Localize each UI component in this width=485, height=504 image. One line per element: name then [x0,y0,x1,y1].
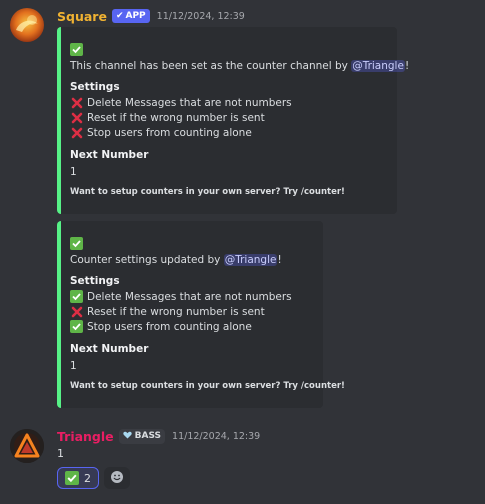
heart-icon [122,431,132,442]
add-reaction-icon [110,469,124,488]
setting-text: Delete Messages that are not numbers [87,290,292,303]
setting-row: Stop users from counting alone [70,320,252,333]
description-suffix: ! [277,254,282,266]
check-mark-button-icon [70,290,83,303]
author-name-square[interactable]: Square [57,9,107,24]
guild-tag-badge[interactable]: BASS [118,428,166,444]
next-number-value: 1 [70,360,77,372]
cross-mark-icon [70,126,83,139]
settings-title: Settings [70,275,120,287]
next-number-title: Next Number [70,149,149,161]
description-suffix: ! [404,60,410,72]
triangle-avatar[interactable] [10,429,44,463]
author-name-triangle[interactable]: Triangle [57,429,114,444]
square-avatar[interactable] [10,8,44,42]
description-text: This channel has been set as the counter… [70,60,352,72]
setting-text: Delete Messages that are not numbers [87,96,292,109]
next-number-title: Next Number [70,343,149,355]
check-mark-button-icon [70,233,83,252]
timestamp[interactable]: 11/12/2024, 12:39 [157,11,245,22]
reaction-count: 2 [84,471,91,485]
cross-mark-icon [70,111,83,124]
guild-tag-label: BASS [134,431,162,441]
message-content: 1 [57,447,64,460]
embed-description: Counter settings updated by @Triangle! [70,254,282,266]
app-badge-label: APP [125,11,146,21]
setting-row: Reset if the wrong number is sent [70,111,265,124]
setting-row: Delete Messages that are not numbers [70,290,292,303]
timestamp[interactable]: 11/12/2024, 12:39 [172,431,260,442]
embed-counter-set: This channel has been set as the counter… [57,27,409,214]
embed-settings-updated: Counter settings updated by @Triangle! S… [57,221,345,408]
check-mark-button-icon [70,320,83,333]
settings-title: Settings [70,81,120,93]
app-badge: ✔ APP [111,9,150,23]
message-header-square: Square ✔ APP 11/12/2024, 12:39 [57,8,245,24]
verified-check-icon: ✔ [115,10,124,21]
cross-mark-icon [70,305,83,318]
embed-footer: Want to setup counters in your own serve… [70,381,345,391]
description-text: Counter settings updated by [70,254,224,266]
add-reaction-button[interactable] [104,467,130,489]
embed-description: This channel has been set as the counter… [70,60,409,72]
mention-triangle[interactable]: @Triangle [351,60,405,72]
check-mark-button-icon [70,39,83,58]
setting-row: Stop users from counting alone [70,126,252,139]
cross-mark-icon [70,96,83,109]
message-header-triangle: Triangle BASS 11/12/2024, 12:39 [57,428,260,444]
setting-text: Stop users from counting alone [87,320,252,333]
mention-triangle[interactable]: @Triangle [223,254,278,266]
embed-footer: Want to setup counters in your own serve… [70,187,345,197]
setting-text: Reset if the wrong number is sent [87,305,265,318]
setting-text: Stop users from counting alone [87,126,252,139]
setting-row: Delete Messages that are not numbers [70,96,292,109]
next-number-value: 1 [70,166,77,178]
setting-row: Reset if the wrong number is sent [70,305,265,318]
check-mark-button-icon [65,471,79,485]
reaction-check-mark[interactable]: 2 [57,467,99,489]
setting-text: Reset if the wrong number is sent [87,111,265,124]
